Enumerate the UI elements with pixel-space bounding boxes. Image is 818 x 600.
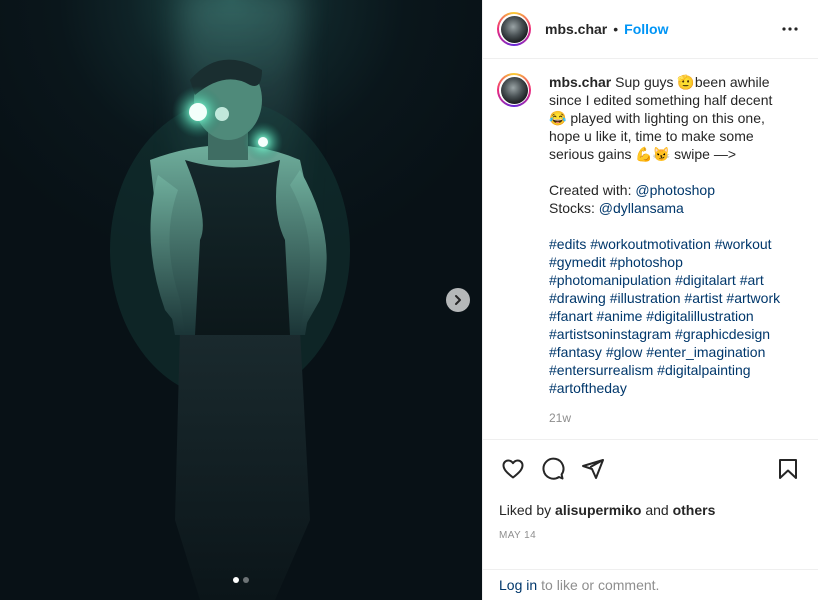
hashtag-line[interactable]: #entersurrealism #digitalpainting [549,362,751,378]
save-button[interactable] [774,455,802,483]
like-button[interactable] [499,455,527,483]
caption-timestamp: 21w [549,411,572,425]
liked-user[interactable]: alisupermiko [555,502,641,518]
hashtag-line[interactable]: #fanart #anime #digitalillustration [549,308,754,324]
carousel-next-button[interactable] [446,288,470,312]
caption-username[interactable]: mbs.char [549,74,611,90]
bookmark-icon [779,459,797,479]
stocks-label: Stocks: [549,200,595,216]
hashtag-line[interactable]: #edits #workoutmotivation #workout [549,236,772,252]
liked-and: and [645,502,669,518]
caption-line: hope u like it, time to make some [549,128,754,144]
created-with-label: Created with: [549,182,632,198]
author-username[interactable]: mbs.char [545,21,607,37]
figure-illustration [110,59,350,600]
liked-others[interactable]: others [673,502,716,518]
post-sidebar: mbs.char • Follow mbs.char Sup guys 🫡bee… [482,0,818,600]
post-date: MAY 14 [499,530,537,541]
more-horizontal-icon [782,27,798,31]
post-header: mbs.char • Follow [483,0,818,59]
caption-line: serious gains 💪😼 swipe —> [549,146,736,162]
login-link[interactable]: Log in [499,577,537,593]
hashtag-line[interactable]: #photomanipulation #digitalart #art [549,272,764,288]
caption-line: 😂 played with lighting on this one, [549,110,765,126]
liked-prefix: Liked by [499,502,552,518]
likes-summary: Liked by alisupermiko and others [499,502,802,518]
carousel-dot [243,577,249,583]
caption: mbs.char Sup guys 🫡been awhile since I e… [497,73,802,427]
caption-line: Sup guys 🫡been awhile [615,74,770,90]
mention-dyllansama[interactable]: @dyllansama [599,200,684,216]
carousel-dot-active [233,577,239,583]
avatar[interactable] [497,12,531,46]
post-actions: Liked by alisupermiko and others MAY 14 [483,439,818,569]
caption-avatar[interactable] [497,73,531,107]
carousel-indicator [0,577,482,583]
comments-section: mbs.char Sup guys 🫡been awhile since I e… [483,59,818,439]
hashtag-line[interactable]: #artistsoninstagram #graphicdesign [549,326,770,342]
header-separator: • [613,21,619,37]
hashtag-line[interactable]: #fantasy #glow #enter_imagination [549,344,765,360]
hashtag-line[interactable]: #drawing #illustration #artist #artwork [549,290,780,306]
comment-button[interactable] [539,455,567,483]
login-prompt-text: to like or comment. [541,577,660,593]
caption-line: since I edited something half decent [549,92,773,108]
mention-photoshop[interactable]: @photoshop [635,182,715,198]
login-prompt: Log in to like or comment. [483,569,818,600]
share-button[interactable] [579,455,607,483]
hashtag-line[interactable]: #gymedit #photoshop [549,254,683,270]
heart-icon [502,459,524,479]
comment-icon [542,457,565,480]
hashtag-line[interactable]: #artoftheday [549,380,627,396]
send-icon [582,459,604,479]
follow-button[interactable]: Follow [624,21,668,37]
caption-text: mbs.char Sup guys 🫡been awhile since I e… [549,73,789,427]
chevron-right-icon [455,295,461,305]
more-options-button[interactable] [778,17,802,41]
post-image[interactable] [0,0,482,600]
